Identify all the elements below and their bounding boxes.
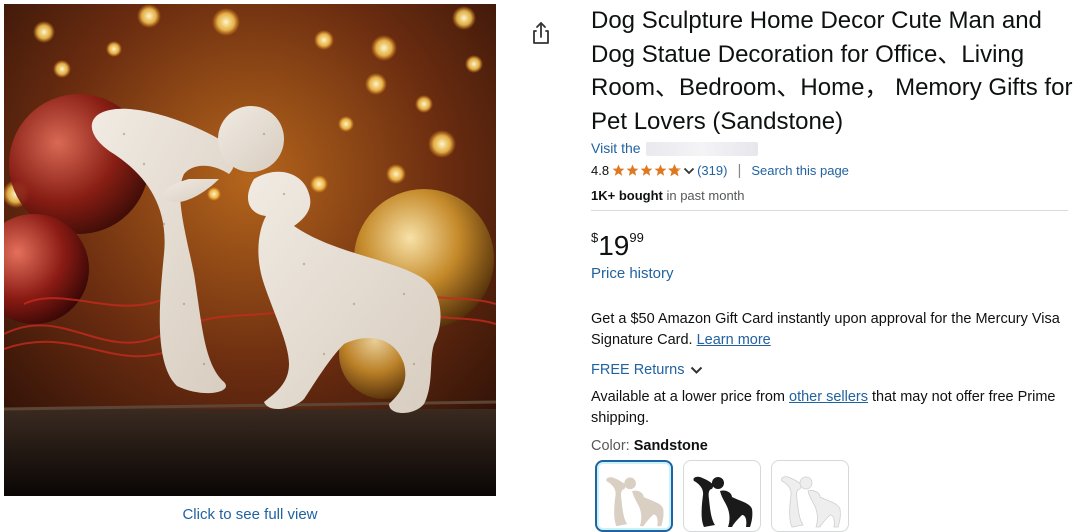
price-whole: 19 — [598, 230, 630, 261]
price-history-link[interactable]: Price history — [591, 265, 674, 282]
rating-value: 4.8 — [591, 163, 610, 178]
full-view-link[interactable]: Click to see full view — [0, 506, 500, 523]
card-offer-text: Get a $50 Amazon Gift Card instantly upo… — [591, 311, 1060, 348]
star-rating[interactable] — [612, 164, 697, 177]
chevron-down-icon[interactable] — [683, 166, 695, 176]
store-name-redacted — [646, 142, 759, 157]
star-icon — [654, 164, 667, 176]
bought-count-rest: in past month — [662, 188, 745, 203]
card-offer: Get a $50 Amazon Gift Card instantly upo… — [591, 309, 1071, 351]
star-icon — [668, 164, 682, 177]
rating-row: 4.8 (319) | Search this page — [591, 162, 849, 179]
bought-count-bold: 1K+ bought — [591, 188, 663, 203]
store-link[interactable]: Visit the — [591, 140, 759, 157]
section-divider — [591, 210, 1068, 211]
swatch-black[interactable] — [683, 460, 761, 532]
divider: | — [737, 162, 742, 179]
price: $1999 — [591, 230, 644, 262]
swatch-sandstone[interactable] — [595, 460, 673, 532]
star-icon — [640, 164, 653, 176]
price-symbol: $ — [591, 230, 599, 245]
lower-price-notice: Available at a lower price from other se… — [591, 387, 1071, 429]
product-title: Dog Sculpture Home Decor Cute Man and Do… — [591, 7, 1073, 135]
color-swatches — [595, 460, 859, 532]
rating-count-link[interactable]: (319) — [697, 163, 727, 178]
star-icon — [626, 164, 639, 176]
color-selector-label: Color: Sandstone — [591, 438, 708, 454]
lower-price-pre: Available at a lower price from — [591, 389, 789, 405]
bought-count: 1K+ bought in past month — [591, 188, 745, 203]
free-returns-toggle[interactable]: FREE Returns — [591, 362, 703, 378]
other-sellers-link[interactable]: other sellers — [789, 389, 868, 405]
free-returns-label[interactable]: FREE Returns — [591, 362, 684, 378]
learn-more-link[interactable]: Learn more — [697, 332, 771, 348]
star-icon — [612, 164, 625, 176]
swatch-white[interactable] — [771, 460, 849, 532]
price-fraction: 99 — [629, 230, 644, 245]
search-page-link[interactable]: Search this page — [751, 163, 849, 178]
share-icon[interactable] — [528, 20, 554, 46]
store-link-label[interactable]: Visit the — [591, 140, 641, 156]
product-main-image[interactable] — [4, 4, 496, 496]
color-selected-value: Sandstone — [633, 438, 708, 454]
chevron-down-icon[interactable] — [690, 365, 703, 375]
color-label: Color: — [591, 438, 634, 454]
